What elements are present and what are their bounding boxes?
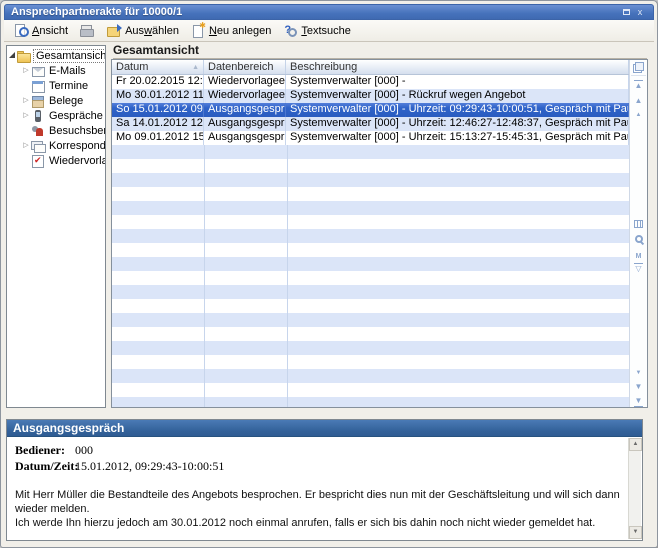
sort-asc-icon: ▲ xyxy=(192,64,199,71)
tree-expand-icon[interactable]: ▷ xyxy=(21,93,31,108)
printer-icon xyxy=(80,24,95,37)
records-table: Datum▲ Datenbereich Beschreibung Fr 20.0… xyxy=(111,59,648,408)
email-icon xyxy=(31,65,45,77)
section-title: Gesamtansicht xyxy=(113,43,647,59)
tree-expand-icon[interactable]: ▷ xyxy=(21,108,31,123)
scroll-top-icon[interactable]: ▲ xyxy=(630,80,647,91)
new-document-icon xyxy=(191,24,206,37)
sidebar-item-wiedervorlagen[interactable]: Wiedervorlagen xyxy=(7,153,105,168)
grid-view-icon[interactable] xyxy=(630,220,647,231)
sidebar-tree: Gesamtansicht ▷ E-Mails Termine ▷ Belege… xyxy=(6,45,106,408)
title-bar[interactable]: Ansprechpartnerakte für 10000/1 x xyxy=(4,4,654,20)
scrollbar-down-icon[interactable]: ▼ xyxy=(629,526,642,539)
memo-icon[interactable]: M xyxy=(630,251,647,262)
neu-anlegen-button[interactable]: Neu anlegen xyxy=(187,23,275,38)
page-down-icon[interactable]: ▼ xyxy=(630,382,647,392)
detail-panel: Ausgangsgespräch Bediener: 000 Datum/Zei… xyxy=(6,419,643,541)
sidebar-item-korrespondenzen[interactable]: ▷ Korrespondenzen xyxy=(7,138,105,153)
sidebar-item-emails[interactable]: ▷ E-Mails xyxy=(7,63,105,78)
column-header-datenbereich[interactable]: Datenbereich xyxy=(204,60,286,74)
scroll-bottom-icon[interactable]: ▼ xyxy=(630,396,647,407)
app-window: Ansprechpartnerakte für 10000/1 x Ansich… xyxy=(0,0,658,548)
scrollbar-up-icon[interactable]: ▲ xyxy=(629,438,642,451)
tree-expand-icon[interactable]: ▷ xyxy=(21,63,31,78)
task-check-icon xyxy=(31,155,45,167)
detail-scrollbar[interactable]: ▲ ▼ xyxy=(628,438,641,539)
table-row[interactable]: Fr 20.02.2015 12:18 Wiedervorlageeintrag… xyxy=(112,75,629,89)
table-row[interactable]: Sa 14.01.2012 12:46 Ausgangsgespräch Sys… xyxy=(112,117,629,131)
detail-panel-title: Ausgangsgespräch xyxy=(7,420,642,437)
detail-panel-body: Bediener: 000 Datum/Zeit: 15.01.2012, 09… xyxy=(7,437,628,540)
detail-note-text: Mit Herr Müller die Bestandteile des Ang… xyxy=(15,488,620,530)
page-up-icon[interactable]: ▲ xyxy=(630,96,647,106)
search-icon[interactable] xyxy=(630,235,647,246)
detail-field-datum-zeit: Datum/Zeit: 15.01.2012, 09:29:43-10:00:5… xyxy=(15,458,620,474)
auswaehlen-button[interactable]: Auswählen xyxy=(103,23,183,38)
folder-open-icon xyxy=(107,24,122,37)
ansicht-button[interactable]: Ansicht xyxy=(10,23,72,38)
table-side-rail: ▲ ▲ ▲ M ▽ ▼ ▼ ▼ xyxy=(629,60,647,407)
detail-field-bediener: Bediener: 000 xyxy=(15,442,620,458)
receipt-icon xyxy=(31,95,45,107)
table-row[interactable]: Mo 09.01.2012 15:13 Ausgangsgespräch Sys… xyxy=(112,131,629,145)
phone-icon xyxy=(31,110,45,122)
table-row[interactable]: Mo 30.01.2012 11:30 Wiedervorlageeintrag… xyxy=(112,89,629,103)
print-button[interactable] xyxy=(76,23,99,38)
empty-rows-area xyxy=(112,145,629,407)
sidebar-item-termine[interactable]: Termine xyxy=(7,78,105,93)
calendar-icon xyxy=(31,80,45,92)
sidebar-item-gesamtansicht[interactable]: Gesamtansicht xyxy=(7,48,105,63)
table-row-selected[interactable]: So 15.01.2012 09:29 Ausgangsgespräch Sys… xyxy=(112,103,629,117)
tree-collapse-icon[interactable] xyxy=(9,52,15,58)
view-icon xyxy=(14,24,29,37)
restore-icon[interactable] xyxy=(619,6,633,18)
sidebar-item-besuchsberichte[interactable]: Besuchsberichte xyxy=(7,123,105,138)
column-header-datum[interactable]: Datum▲ xyxy=(112,60,204,74)
column-chooser-icon[interactable] xyxy=(630,62,647,75)
toolbar: Ansicht Auswählen Neu anlegen Textsuche xyxy=(4,20,654,42)
close-icon[interactable]: x xyxy=(633,6,647,18)
line-up-icon[interactable]: ▲ xyxy=(630,110,647,120)
column-header-beschreibung[interactable]: Beschreibung xyxy=(286,60,629,74)
line-down-icon[interactable]: ▼ xyxy=(630,368,647,378)
people-icon xyxy=(31,125,45,137)
textsuche-button[interactable]: Textsuche xyxy=(279,23,355,38)
text-search-icon xyxy=(283,24,298,37)
sidebar-item-belege[interactable]: ▷ Belege xyxy=(7,93,105,108)
window-title: Ansprechpartnerakte für 10000/1 xyxy=(11,6,619,18)
folder-icon xyxy=(17,50,31,62)
filter-icon[interactable]: ▽ xyxy=(630,263,647,274)
table-header-row: Datum▲ Datenbereich Beschreibung xyxy=(112,60,629,75)
correspondence-icon xyxy=(31,140,45,152)
tree-expand-icon[interactable]: ▷ xyxy=(21,138,31,153)
sidebar-item-gespraeche[interactable]: ▷ Gespräche xyxy=(7,108,105,123)
